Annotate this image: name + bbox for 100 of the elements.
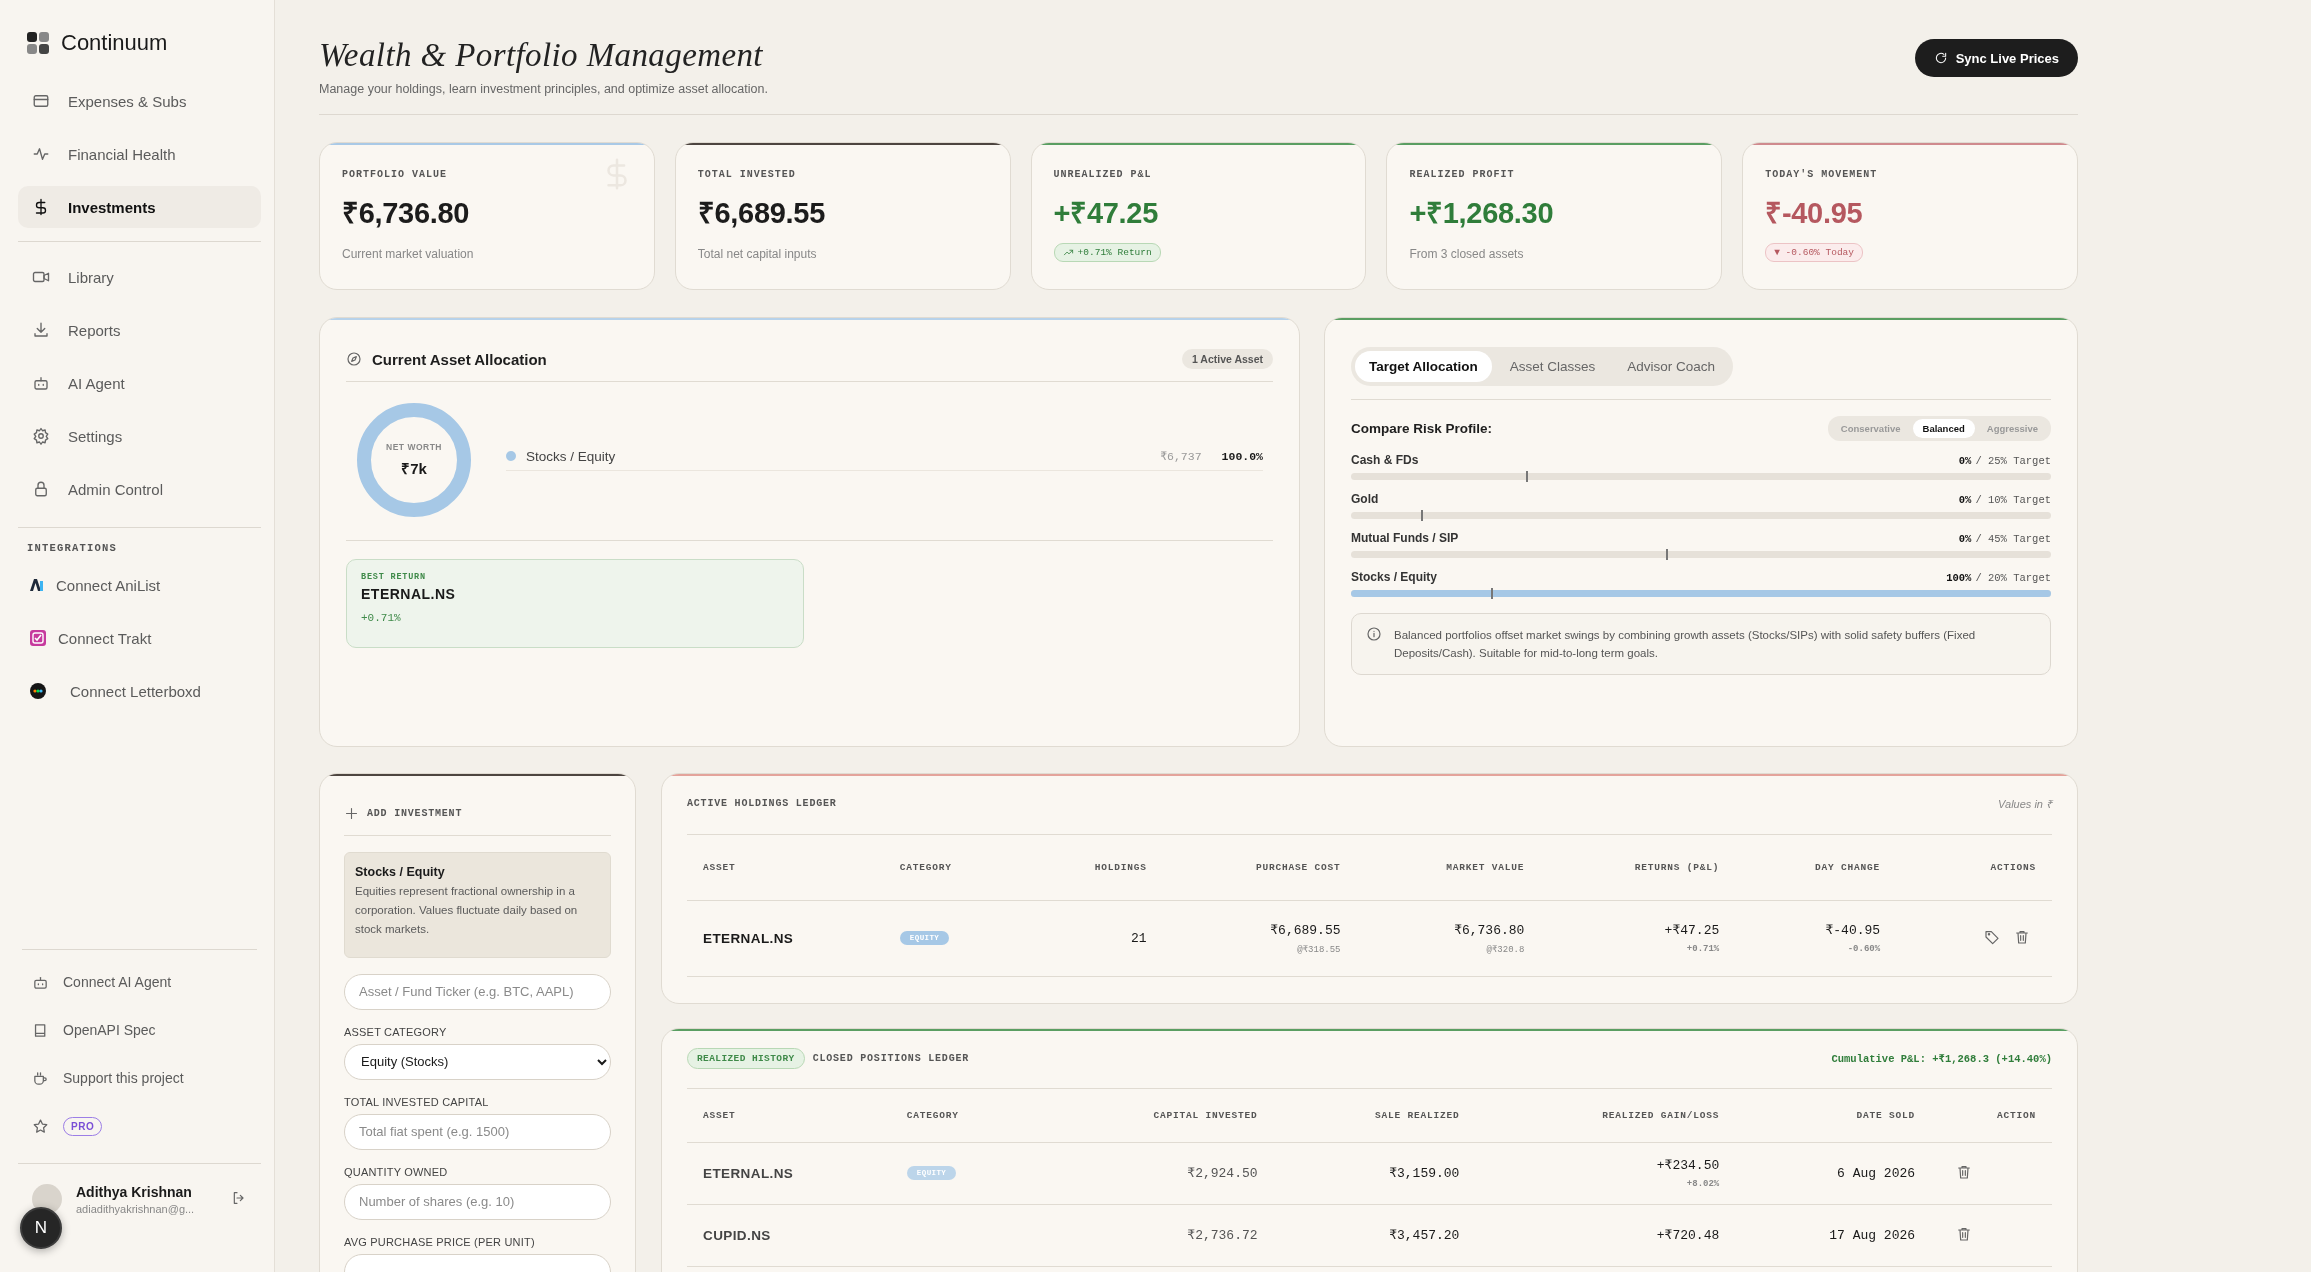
field-label: QUANTITY OWNED [344, 1165, 449, 1178]
column-header: ASSET [703, 1109, 737, 1121]
anilist-icon [30, 579, 44, 591]
column-header: REALIZED GAIN/LOSS [1602, 1109, 1720, 1121]
pro-link[interactable]: PRO [18, 1108, 261, 1144]
compare-label: Compare Risk Profile: [1351, 420, 1493, 436]
nav-item[interactable]: Expenses & Subs [18, 80, 261, 122]
advice-text: Balanced portfolios offset market swings by combining growth assets (Stocks/SIPs) with solid safety buffers (Fixed Deposits/Cash). Suitable for mid-to-long term goals. [1394, 627, 1977, 661]
table-cell: 17 Aug 2026 [1829, 1227, 1916, 1243]
integration-link[interactable]: Connect Trakt [18, 617, 261, 659]
stat-value: +₹1,268.30 [1409, 195, 1555, 231]
table-cell: ₹2,736.72 [1187, 1227, 1258, 1244]
stat-value: ₹-40.95 [1765, 195, 1864, 231]
current-share: 0% [1958, 532, 1972, 545]
integration-link[interactable]: Connect Letterboxd [18, 670, 261, 712]
field-label: TOTAL INVESTED CAPITAL [344, 1095, 490, 1108]
column-header: PURCHASE COST [1256, 861, 1341, 873]
amount: ₹-40.95 [1825, 922, 1881, 939]
change-badge: ▼ -0.60% Today [1765, 242, 1863, 262]
cup-icon [32, 1069, 49, 1087]
current-share: 100% [1946, 571, 1972, 584]
footer-link[interactable]: Support this project [18, 1060, 261, 1096]
tag-icon [1984, 928, 2000, 945]
realized-badge: REALIZED HISTORY [687, 1047, 805, 1069]
amount: +₹47.25 [1664, 922, 1720, 939]
column-header: ASSET [703, 861, 737, 873]
sync-button[interactable]: Sync Live Prices [1914, 39, 2078, 77]
table-cell: ₹3,159.00 [1389, 1165, 1460, 1182]
cumulative-pnl: Cumulative P&L: +₹1,268.3 (+14.40%) [1831, 1051, 2052, 1065]
holdings-quantity: 21 [1131, 930, 1147, 946]
unit-price: @₹320.8 [1486, 943, 1525, 955]
nav-item[interactable]: Settings [18, 415, 261, 457]
trakt-icon [30, 630, 46, 646]
profile-option[interactable]: Balanced [1912, 418, 1975, 438]
footer-link[interactable]: OpenAPI Spec [18, 1012, 261, 1048]
tab[interactable]: Asset Classes [1495, 350, 1610, 382]
download-icon [32, 321, 50, 339]
category-select[interactable]: Equity (Stocks) [344, 1043, 611, 1080]
input-field[interactable]: Asset / Fund Ticker (e.g. BTC, AAPL) [344, 973, 611, 1010]
stat-label: PORTFOLIO VALUE [342, 168, 448, 180]
nav-item[interactable]: AI Agent [18, 362, 261, 404]
input-field[interactable]: Number of shares (e.g. 10) [344, 1183, 611, 1220]
stat-label: UNREALIZED P&L [1053, 168, 1153, 180]
ledger-title: ACTIVE HOLDINGS LEDGER [687, 798, 837, 810]
nav-item[interactable]: Reports [18, 309, 261, 351]
target-share: / 45% Target [1975, 532, 2051, 545]
compass-icon [346, 351, 362, 368]
stat-value: ₹6,736.80 [342, 195, 471, 231]
stat-label: TOTAL INVESTED [697, 168, 797, 180]
integration-link[interactable]: Connect AniList [18, 564, 261, 606]
card-icon [32, 92, 50, 110]
table-cell: 6 Aug 2026 [1837, 1165, 1916, 1181]
logo-icon [27, 32, 49, 54]
column-header: MARKET VALUE [1446, 861, 1525, 873]
field-label: AVG PURCHASE PRICE (PER UNIT) [344, 1235, 536, 1248]
lock-icon [32, 480, 50, 498]
page-title: Wealth & Portfolio Management [319, 36, 764, 75]
asset-name: ETERNAL.NS [703, 1165, 795, 1181]
asset-class-label: Cash & FDs [1351, 452, 1419, 467]
asset-name: ETERNAL.NS [703, 930, 795, 946]
legend-amount: ₹6,737 [1160, 449, 1202, 464]
field-label: ASSET CATEGORY [344, 1025, 448, 1038]
table-cell: ₹2,924.50 [1187, 1165, 1258, 1182]
amount: ₹6,736.80 [1454, 921, 1525, 938]
pulse-icon [32, 145, 50, 163]
unit-price: @₹318.55 [1297, 943, 1341, 955]
gain-percent: +8.02% [1686, 1179, 1720, 1190]
info-text: Equities represent fractional ownership in a corporation. Values fluctuate daily based on stock markets. [355, 883, 579, 937]
nav-item[interactable]: Investments [18, 186, 261, 228]
best-return-label: BEST RETURN [361, 571, 427, 582]
nav-item[interactable]: Library [18, 256, 261, 298]
change-badge: +0.71% Return [1053, 242, 1161, 262]
asset-class-label: Gold [1351, 491, 1379, 506]
letterboxd-icon [30, 683, 46, 699]
target-share: / 25% Target [1975, 454, 2051, 467]
asset-name: CUPID.NS [703, 1227, 772, 1243]
settings-icon [32, 427, 50, 445]
stat-note: Current market valuation [342, 246, 475, 261]
best-return-asset: ETERNAL.NS [361, 585, 457, 602]
currency-note: Values in ₹ [1998, 797, 2052, 812]
donut-value: ₹7k [401, 458, 427, 478]
ledger-title: CLOSED POSITIONS LEDGER [812, 1052, 970, 1064]
nav-item[interactable]: Financial Health [18, 133, 261, 175]
user-name: Adithya Krishnan [76, 1183, 193, 1200]
column-header: SALE REALIZED [1374, 1109, 1460, 1121]
nav-item[interactable]: Admin Control [18, 468, 261, 510]
dev-tools-badge[interactable]: N [20, 1207, 62, 1249]
tab[interactable]: Target Allocation [1355, 350, 1492, 382]
input-field[interactable]: Total fiat spent (e.g. 1500) [344, 1113, 611, 1150]
section-label: INTEGRATIONS [26, 542, 118, 554]
star-icon [32, 1117, 49, 1135]
asset-class-label: Mutual Funds / SIP [1351, 530, 1459, 545]
legend-share: 100.0% [1221, 449, 1263, 463]
tab[interactable]: Advisor Coach [1613, 350, 1730, 382]
column-header: CATEGORY [906, 1109, 960, 1121]
info-icon [1366, 625, 1382, 642]
footer-link[interactable]: Connect AI Agent [18, 964, 261, 1000]
trash-icon [1956, 1225, 1972, 1242]
robot-icon [32, 374, 50, 392]
donut-label: NET WORTH [386, 441, 442, 452]
